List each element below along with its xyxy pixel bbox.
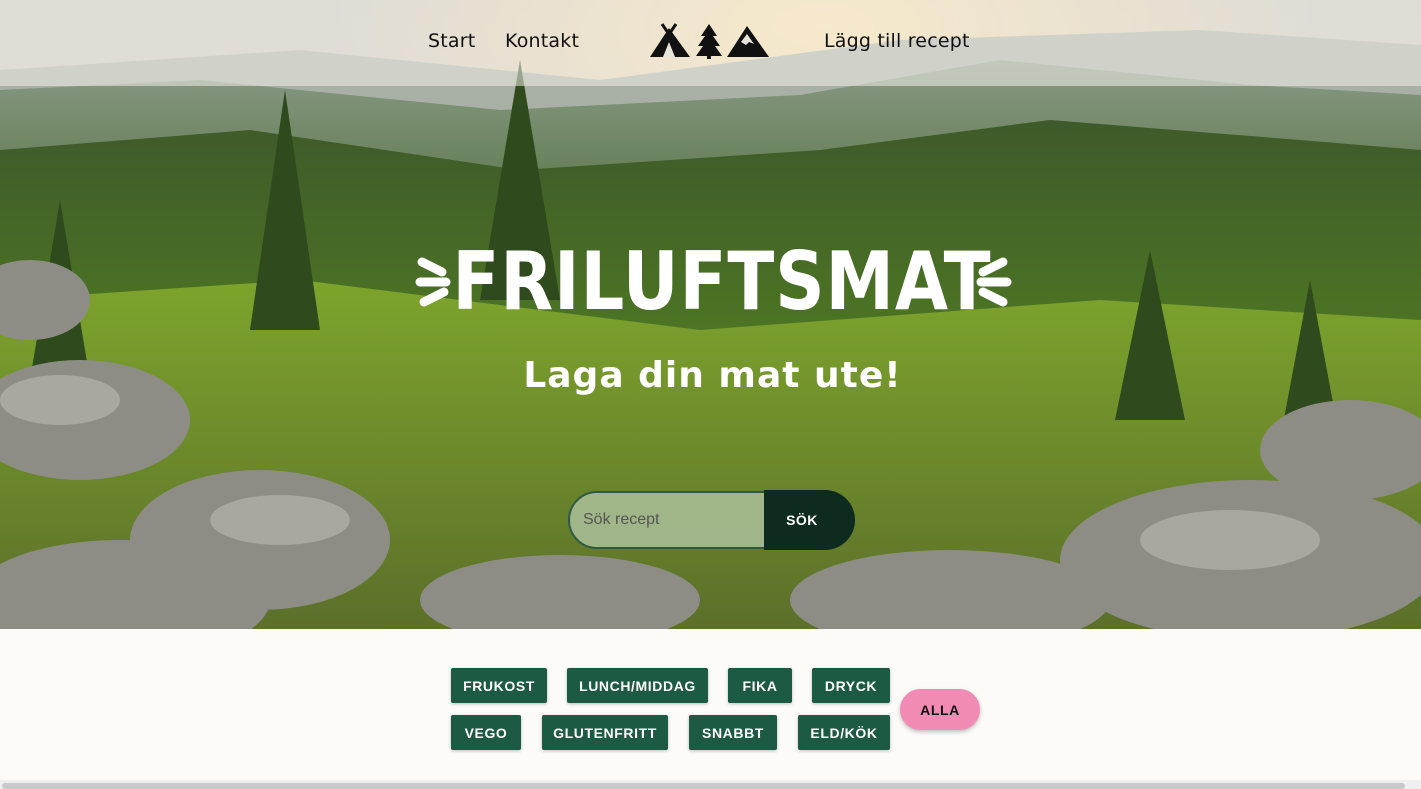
filter-frukost-button[interactable]: FRUKOST [451, 668, 547, 703]
filter-lunch-middag-button[interactable]: LUNCH/MIDDAG [567, 668, 708, 703]
tree-icon [696, 24, 722, 59]
nav-kontakt-link[interactable]: Kontakt [505, 30, 579, 52]
site-title: FRILUFTSMAT [452, 235, 992, 328]
filter-fika-button[interactable]: FIKA [728, 668, 792, 703]
horizontal-scrollbar-thumb[interactable] [2, 783, 1405, 789]
filter-vego-button[interactable]: VEGO [451, 715, 521, 750]
filter-eld-kok-button[interactable]: ELD/KÖK [798, 715, 890, 750]
hero-title-wrap: FRILUFTSMAT [410, 232, 1015, 332]
tent-icon [650, 23, 690, 57]
burst-left-icon [415, 257, 451, 307]
filter-glutenfritt-button[interactable]: GLUTENFRITT [542, 715, 668, 750]
site-logo[interactable] [648, 22, 770, 60]
filter-snabbt-button[interactable]: SNABBT [689, 715, 777, 750]
mountain-icon [727, 26, 769, 57]
search-button[interactable]: SÖK [764, 490, 855, 550]
filter-dryck-button[interactable]: DRYCK [812, 668, 890, 703]
hero-subtitle: Laga din mat ute! [523, 355, 902, 396]
filter-all-button[interactable]: ALLA [900, 689, 980, 730]
search-input[interactable] [568, 491, 768, 549]
nav-add-recipe-link[interactable]: Lägg till recept [824, 30, 970, 52]
top-navigation: Start Kontakt Lägg till recept [0, 0, 1421, 86]
nav-start-link[interactable]: Start [428, 30, 475, 52]
burst-right-icon [976, 257, 1012, 307]
